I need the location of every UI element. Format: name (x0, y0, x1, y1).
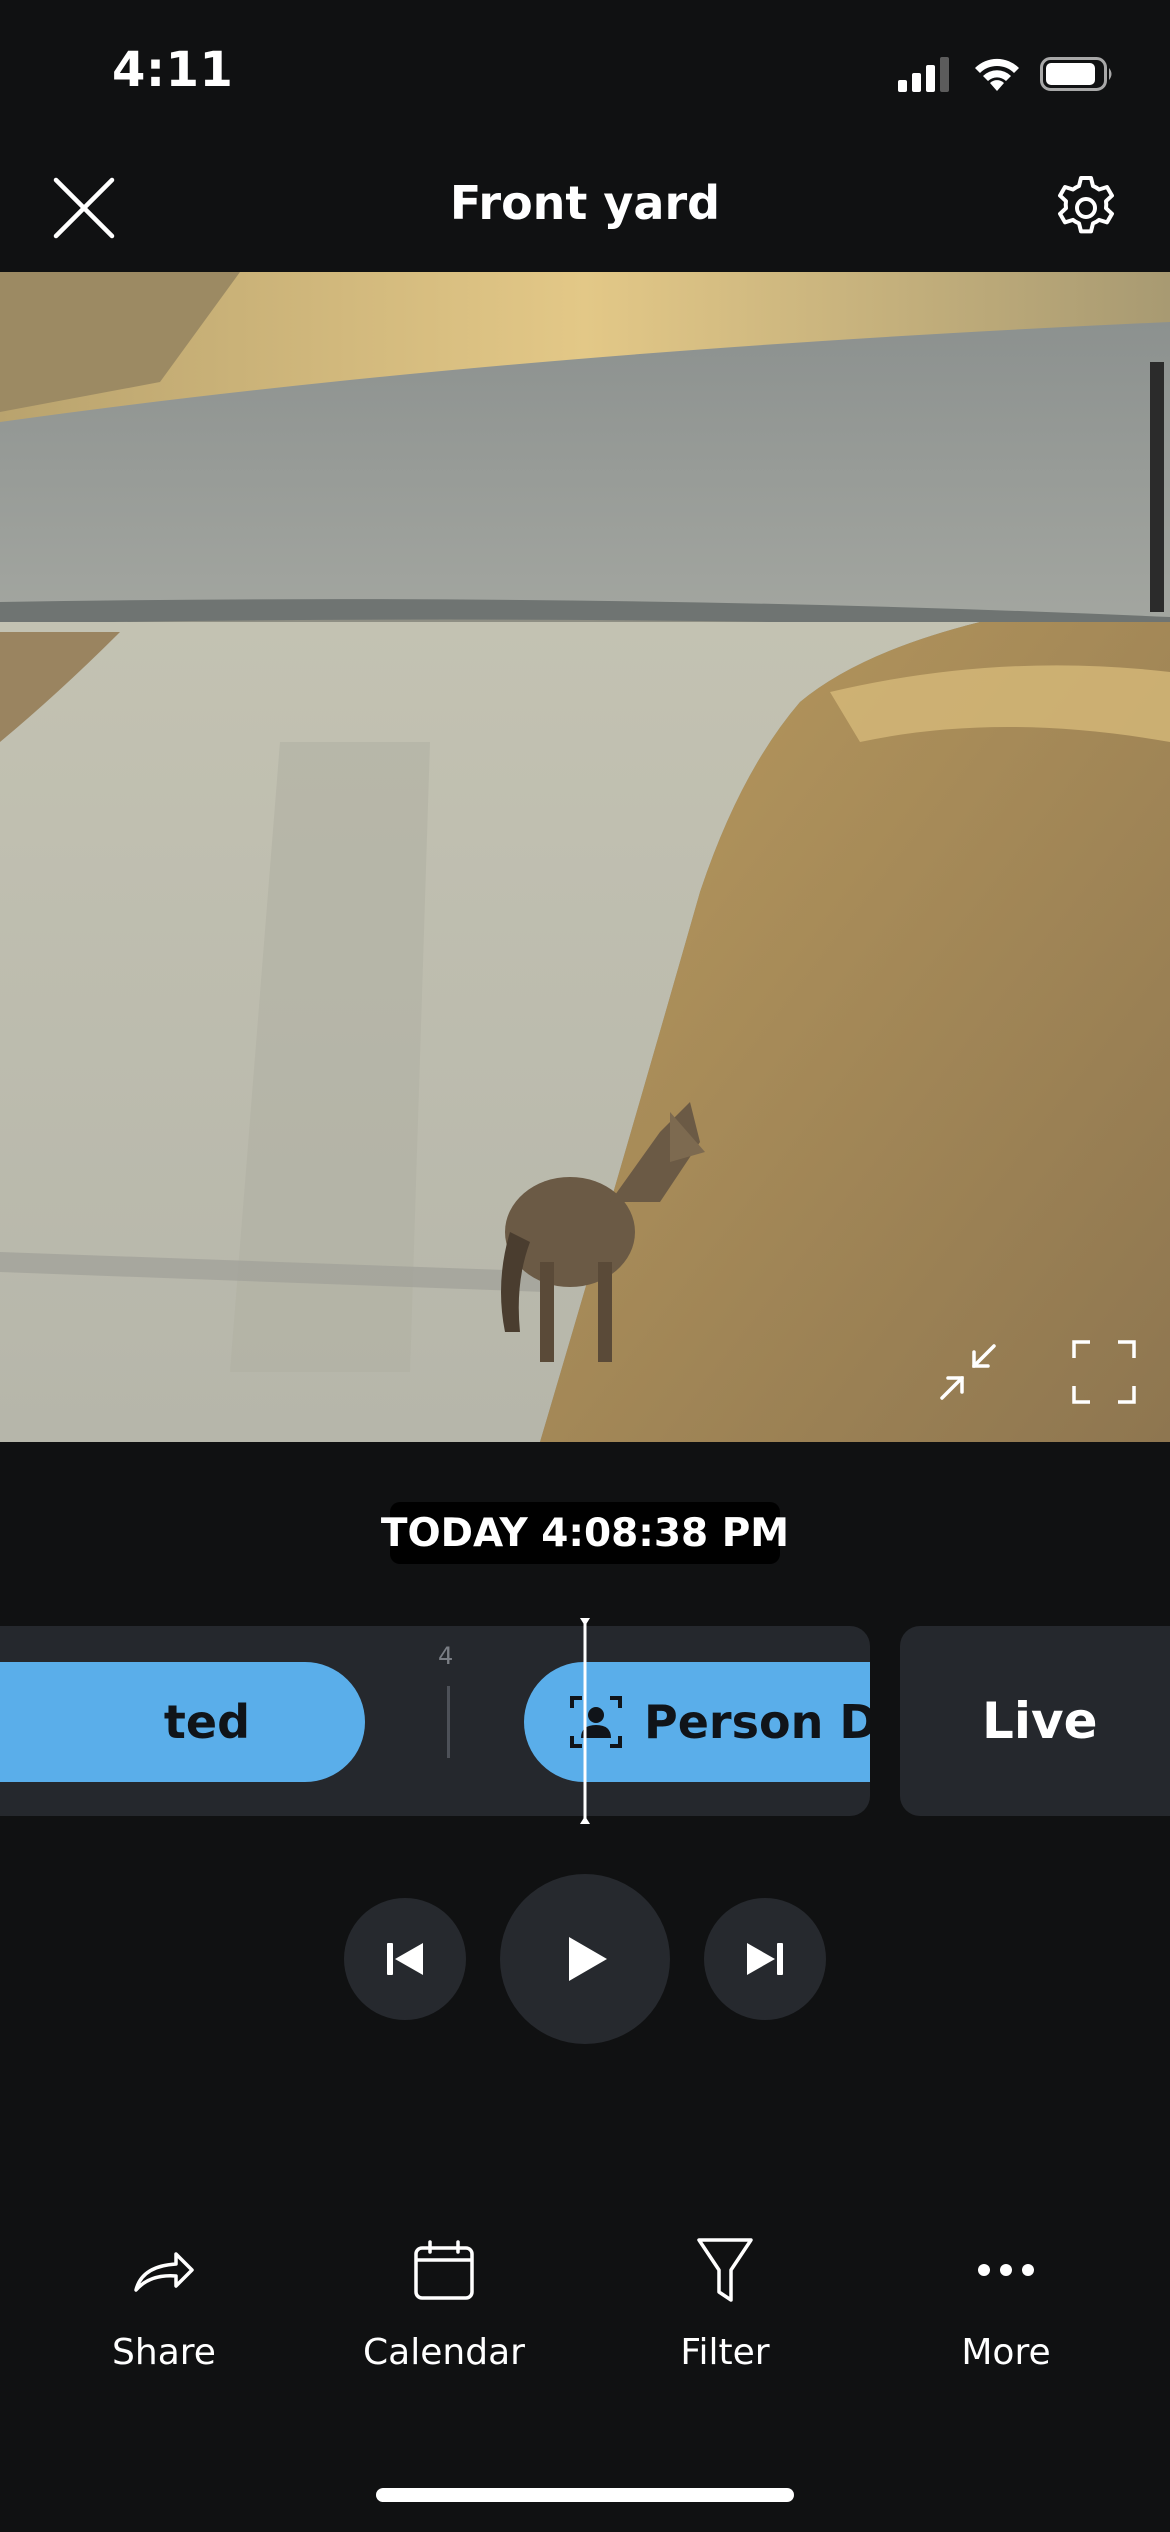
wifi-icon (975, 58, 1019, 91)
more-button[interactable]: More (876, 2230, 1136, 2380)
camera-video-feed[interactable] (0, 272, 1170, 1442)
timeline-event-person[interactable]: Person De (524, 1662, 870, 1782)
filter-button[interactable]: Filter (595, 2230, 855, 2380)
cellular-signal-icon (898, 57, 949, 92)
timeline-event-label: Person De (644, 1695, 870, 1749)
collapse-button[interactable] (932, 1336, 1004, 1408)
filter-label: Filter (680, 2332, 770, 2373)
more-label: More (961, 2332, 1051, 2373)
more-icon (978, 2264, 1034, 2276)
timeline-scrubber[interactable] (580, 1618, 590, 1824)
timeline-event-label: ted (163, 1695, 250, 1749)
play-icon (569, 1937, 607, 1981)
timeline-tick (447, 1686, 450, 1758)
person-detected-icon (570, 1696, 622, 1748)
timeline-tick-label: 4 (438, 1642, 454, 1670)
skip-previous-button[interactable] (344, 1898, 466, 2020)
live-label: Live (982, 1692, 1098, 1750)
timeline-event[interactable]: ted (0, 1662, 365, 1782)
play-button[interactable] (500, 1874, 670, 2044)
share-label: Share (112, 2332, 216, 2373)
video-frame-image (0, 272, 1170, 1442)
fullscreen-button[interactable] (1068, 1336, 1140, 1408)
gear-icon (1058, 176, 1114, 234)
battery-icon (1040, 57, 1112, 91)
calendar-label: Calendar (363, 2332, 525, 2373)
collapse-icon (940, 1344, 996, 1400)
status-time: 4:11 (112, 42, 234, 98)
skip-next-button[interactable] (704, 1898, 826, 2020)
filter-icon (697, 2238, 753, 2302)
skip-next-icon (747, 1943, 783, 1975)
fullscreen-icon (1072, 1340, 1136, 1404)
share-icon (134, 2252, 194, 2292)
share-button[interactable]: Share (34, 2230, 294, 2380)
home-indicator[interactable] (376, 2488, 794, 2502)
calendar-button[interactable]: Calendar (314, 2230, 574, 2380)
calendar-icon (414, 2240, 474, 2300)
live-button[interactable]: Live (900, 1626, 1170, 1816)
settings-button[interactable] (1050, 172, 1122, 244)
page-title: Front yard (449, 176, 721, 230)
timestamp-label: TODAY 4:08:38 PM (381, 1502, 789, 1564)
status-icons (898, 50, 1116, 98)
event-timeline[interactable]: ted 4 Person De (0, 1626, 870, 1816)
skip-previous-icon (387, 1943, 423, 1975)
